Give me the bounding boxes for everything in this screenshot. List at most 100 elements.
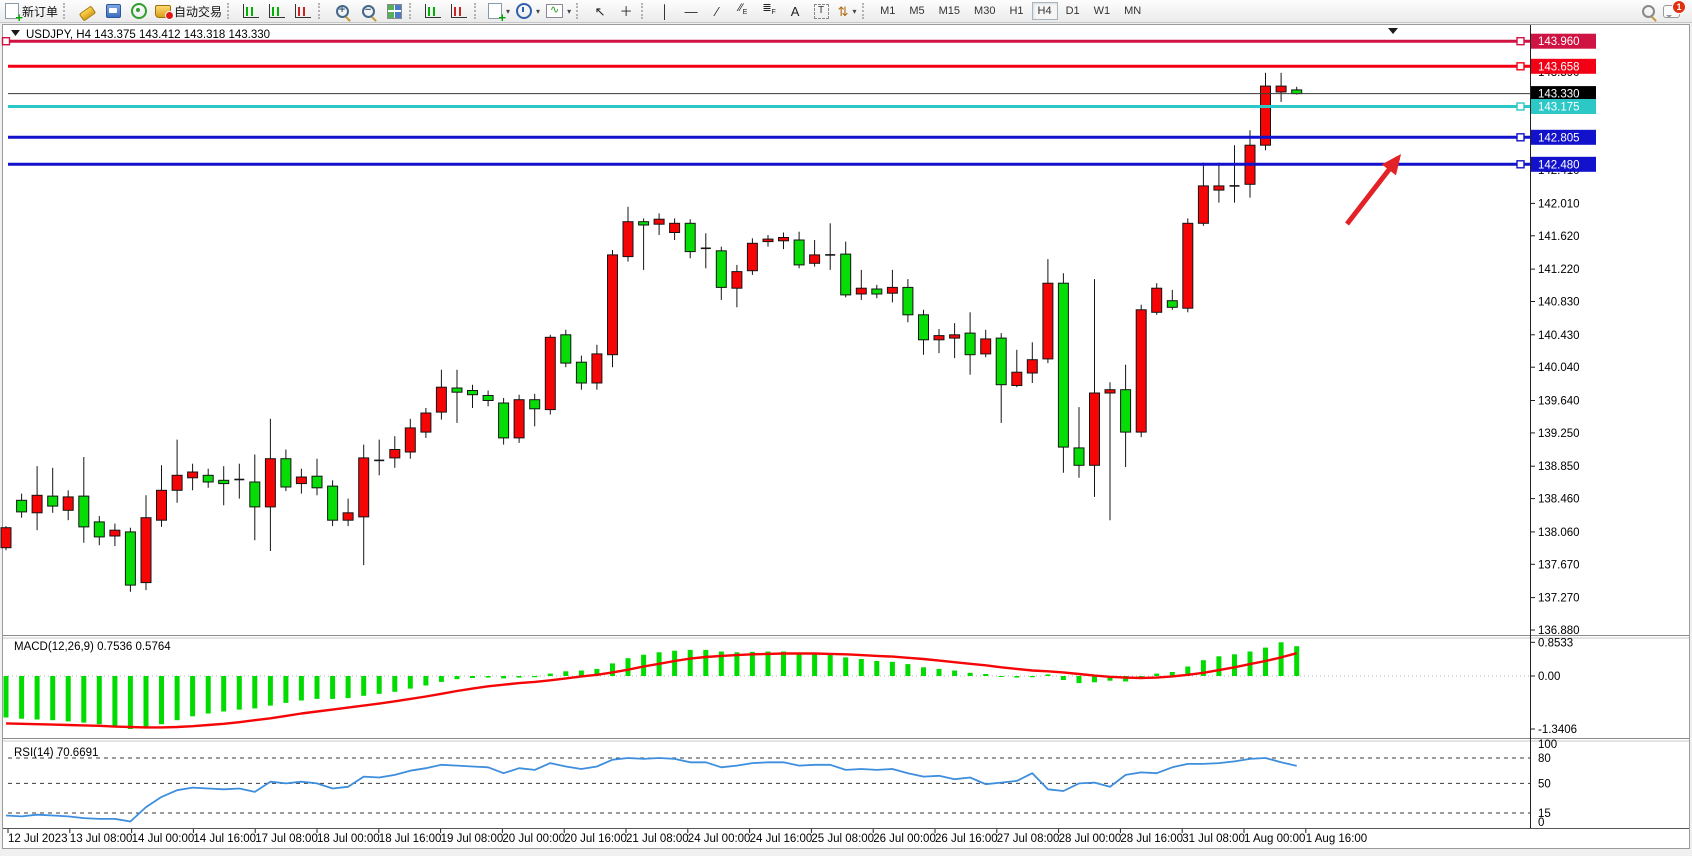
auto-trading-button[interactable]: 自动交易 [152, 1, 225, 21]
chat-icon[interactable]: 1 [1663, 5, 1680, 18]
svg-text:20 Jul 00:00: 20 Jul 00:00 [502, 833, 565, 845]
svg-text:18 Jul 00:00: 18 Jul 00:00 [317, 833, 380, 845]
text-button[interactable]: A [782, 1, 808, 21]
line-chart-button[interactable] [290, 1, 316, 21]
channel-button[interactable]: ∕∕E [730, 1, 756, 21]
trendline-button[interactable]: ∕ [704, 1, 730, 21]
hline-handle[interactable] [1517, 103, 1524, 110]
svg-text:141.220: 141.220 [1538, 264, 1580, 276]
new-order-label: 新订单 [22, 3, 58, 20]
svg-text:136.880: 136.880 [1538, 625, 1580, 637]
toolbar: 新订单 自动交易 ▾ ▾ ∿▾ ↖ ＋ │ — ∕ ∕∕E ≣F A T ⇅▾ … [0, 0, 1692, 23]
signal-button[interactable] [126, 1, 152, 21]
period-icon [516, 3, 532, 19]
tile-windows-icon [387, 4, 402, 19]
svg-text:28 Jul 16:00: 28 Jul 16:00 [1120, 833, 1183, 845]
chart-shift-button[interactable] [446, 1, 472, 21]
svg-text:18 Jul 16:00: 18 Jul 16:00 [379, 833, 442, 845]
chevron-down-icon: ▾ [567, 7, 571, 16]
svg-text:143.960: 143.960 [1538, 36, 1580, 48]
svg-text:26 Jul 00:00: 26 Jul 00:00 [873, 833, 936, 845]
new-order-button[interactable]: 新订单 [2, 1, 61, 21]
svg-text:141.620: 141.620 [1538, 231, 1580, 243]
svg-text:143.175: 143.175 [1538, 102, 1580, 114]
hline-handle[interactable] [1517, 134, 1524, 141]
arrows-icon: ⇅ [838, 5, 849, 18]
vertical-line-button[interactable]: │ [652, 1, 678, 21]
period-button[interactable]: ▾ [513, 1, 543, 21]
price-badge: 143.175 [1531, 99, 1596, 114]
svg-text:142.010: 142.010 [1538, 198, 1580, 210]
template-button[interactable]: ∿▾ [543, 1, 574, 21]
price-badge: 142.480 [1531, 157, 1596, 172]
zoom-in-button[interactable] [329, 1, 355, 21]
fibonacci-icon: ≣F [762, 2, 776, 19]
hline-handle[interactable] [1517, 161, 1524, 168]
new-order-icon [5, 3, 19, 19]
new-chart-button[interactable]: ▾ [485, 1, 513, 21]
signal-icon [131, 3, 147, 19]
crosshair-button[interactable]: ＋ [613, 1, 639, 21]
rsi-tick: 80 [1538, 753, 1551, 765]
svg-text:12 Jul 2023: 12 Jul 2023 [8, 833, 67, 845]
candle-chart-button[interactable] [264, 1, 290, 21]
svg-text:14 Jul 00:00: 14 Jul 00:00 [132, 833, 195, 845]
auto-scroll-button[interactable] [420, 1, 446, 21]
svg-text:140.430: 140.430 [1538, 330, 1580, 342]
hline-handle[interactable] [1517, 38, 1524, 45]
fibonacci-button[interactable]: ≣F [756, 1, 782, 21]
svg-text:21 Jul 08:00: 21 Jul 08:00 [626, 833, 689, 845]
line-chart-icon [295, 4, 311, 18]
cursor-button[interactable]: ↖ [587, 1, 613, 21]
tile-windows-button[interactable] [381, 1, 407, 21]
svg-text:1 Aug 16:00: 1 Aug 16:00 [1306, 833, 1367, 845]
template-icon: ∿ [546, 4, 563, 18]
arrows-button[interactable]: ⇅▾ [834, 1, 860, 21]
svg-text:139.640: 139.640 [1538, 396, 1580, 408]
svg-text:28 Jul 00:00: 28 Jul 00:00 [1059, 833, 1122, 845]
timeframe-w1[interactable]: W1 [1088, 2, 1117, 20]
timeframe-m15[interactable]: M15 [933, 2, 966, 20]
hline-anchor[interactable] [3, 38, 10, 45]
svg-text:140.830: 140.830 [1538, 297, 1580, 309]
svg-text:140.040: 140.040 [1538, 362, 1580, 374]
candle-chart-icon [269, 4, 285, 18]
svg-text:137.270: 137.270 [1538, 593, 1580, 605]
macd-tick: -1.3406 [1538, 724, 1577, 736]
svg-text:142.805: 142.805 [1538, 132, 1580, 144]
toolbar-grip [862, 3, 869, 19]
svg-text:27 Jul 08:00: 27 Jul 08:00 [997, 833, 1060, 845]
chevron-down-icon: ▾ [506, 7, 510, 16]
rsi-tick: 100 [1538, 739, 1557, 751]
timeframe-h1[interactable]: H1 [1003, 2, 1029, 20]
svg-text:143.330: 143.330 [1538, 89, 1580, 101]
timeframe-h4[interactable]: H4 [1032, 2, 1058, 20]
zoom-out-button[interactable] [355, 1, 381, 21]
timeframe-m5[interactable]: M5 [903, 2, 930, 20]
macd-tick: 0.00 [1538, 671, 1560, 683]
label-button[interactable]: T [808, 1, 834, 21]
bar-chart-button[interactable] [238, 1, 264, 21]
toolbar-grip [641, 3, 648, 19]
svg-text:26 Jul 16:00: 26 Jul 16:00 [935, 833, 998, 845]
channel-icon: ∕∕E [739, 2, 747, 19]
chart-window[interactable]: 143.590142.410142.010141.620141.220140.8… [0, 0, 1692, 851]
rsi-tick: 0 [1538, 817, 1544, 829]
timeframe-mn[interactable]: MN [1118, 2, 1147, 20]
timeframe-m1[interactable]: M1 [874, 2, 901, 20]
crosshair-icon: ＋ [620, 5, 633, 18]
svg-text:138.460: 138.460 [1538, 494, 1580, 506]
search-icon[interactable] [1642, 5, 1655, 18]
horizontal-line-button[interactable]: — [678, 1, 704, 21]
timeframe-bar: M1M5M15M30H1H4D1W1MN [873, 2, 1148, 20]
horizontal-line-icon: — [685, 5, 698, 18]
publisher-icon [106, 4, 121, 18]
publisher-button[interactable] [100, 1, 126, 21]
zoom-out-icon [362, 5, 375, 18]
timeframe-m30[interactable]: M30 [968, 2, 1001, 20]
hline-handle[interactable] [1517, 63, 1524, 70]
svg-text:138.850: 138.850 [1538, 461, 1580, 473]
crayon-button[interactable] [74, 1, 100, 21]
timeframe-d1[interactable]: D1 [1060, 2, 1086, 20]
auto-trading-icon [155, 5, 171, 18]
